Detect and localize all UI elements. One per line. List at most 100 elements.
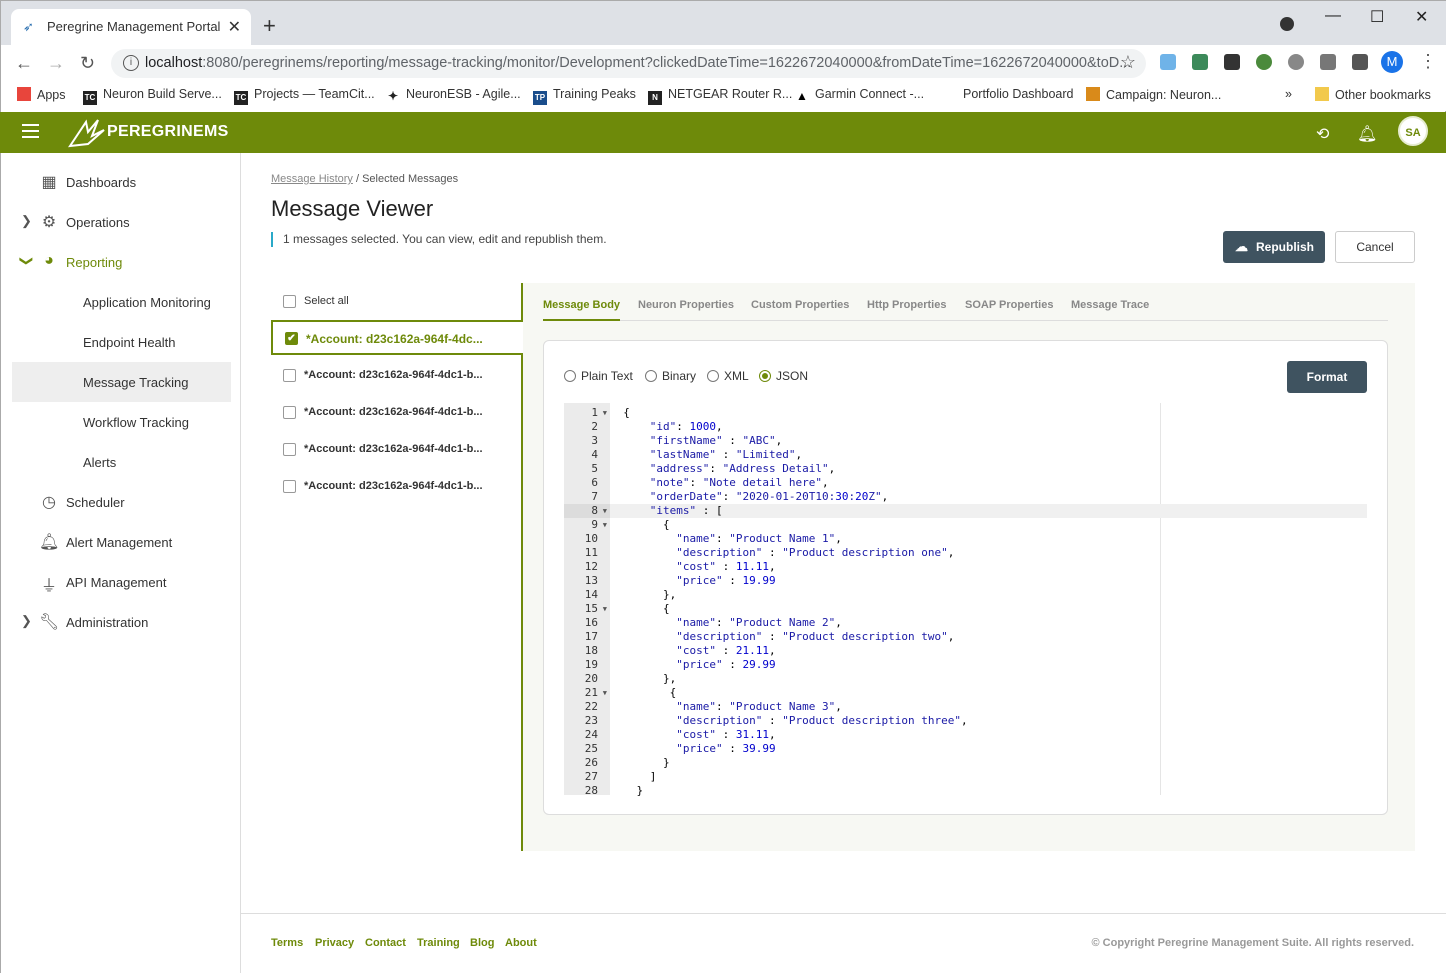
fold-toggle-icon[interactable]: ▼ xyxy=(603,406,607,420)
message-checkbox[interactable] xyxy=(283,443,296,456)
user-avatar[interactable]: SA xyxy=(1398,116,1428,146)
tab-neuron-properties[interactable]: Neuron Properties xyxy=(638,299,734,311)
x-extension-icon[interactable] xyxy=(1224,54,1240,70)
footer-link-about[interactable]: About xyxy=(505,937,537,949)
fold-toggle-icon[interactable]: ▼ xyxy=(603,504,607,518)
forward-icon[interactable]: → xyxy=(47,53,65,74)
tab-soap-properties[interactable]: SOAP Properties xyxy=(965,299,1053,311)
line-number: 27 xyxy=(584,770,598,783)
close-tab-icon[interactable]: ✕ xyxy=(228,17,241,37)
notifications-bell-icon[interactable]: 🔔︎ xyxy=(1357,124,1377,144)
circle-extension-icon[interactable] xyxy=(1288,54,1304,70)
footer-link-training[interactable]: Training xyxy=(417,937,460,949)
fold-toggle-icon[interactable]: ▼ xyxy=(603,518,607,532)
bookmark-item[interactable]: TC Projects — TeamCit... xyxy=(234,87,375,105)
bookmark-item[interactable]: Campaign: Neuron... xyxy=(1086,87,1221,102)
bookmark-item[interactable]: TC Neuron Build Serve... xyxy=(83,87,222,105)
code-text-area[interactable]: { "id": 1000, "firstName" : "ABC", "last… xyxy=(610,403,1367,797)
bookmark-item[interactable]: Apps xyxy=(17,87,66,102)
bookmark-item[interactable]: N NETGEAR Router R... xyxy=(648,87,792,105)
maximize-icon[interactable]: ☐ xyxy=(1370,7,1384,27)
fold-toggle-icon[interactable]: ▼ xyxy=(603,686,607,700)
radio-circle[interactable] xyxy=(707,370,719,382)
fold-toggle-icon[interactable]: ▼ xyxy=(603,602,607,616)
message-list-item[interactable]: ✔ *Account: d23c162a-964f-4dc... xyxy=(271,320,523,355)
footer-link-contact[interactable]: Contact xyxy=(365,937,406,949)
sidebar-item-application-monitoring[interactable]: Application Monitoring xyxy=(1,284,241,320)
bookmark-item[interactable]: TP Training Peaks xyxy=(533,87,636,105)
message-checkbox[interactable]: ✔ xyxy=(285,332,298,345)
bookmarks-overflow[interactable]: » xyxy=(1285,87,1292,101)
footer-link-privacy[interactable]: Privacy xyxy=(315,937,354,949)
puzzle-extensions-icon[interactable] xyxy=(1352,54,1368,70)
image-extension-icon[interactable] xyxy=(1192,54,1208,70)
history-icon[interactable]: ⟲ xyxy=(1316,124,1329,144)
message-list-item[interactable]: *Account: d23c162a-964f-4dc1-b... xyxy=(271,357,523,394)
breadcrumb-link-message-history[interactable]: Message History xyxy=(271,173,353,185)
tab-custom-properties[interactable]: Custom Properties xyxy=(751,299,849,311)
browser-tab[interactable]: ➶ Peregrine Management Portal ✕ xyxy=(11,9,251,45)
message-list-item[interactable]: *Account: d23c162a-964f-4dc1-b... xyxy=(271,394,523,431)
code-editor[interactable]: 1 ▼ 2 3 4 5 6 7 8 ▼ 9 ▼ 10 11 12 13 14 15 ▼ 16 17 18 19 20 21 ▼ 22… xyxy=(564,403,1367,797)
sidebar-item-message-tracking[interactable]: Message Tracking xyxy=(12,362,231,402)
message-list-item[interactable]: *Account: d23c162a-964f-4dc1-b... xyxy=(271,431,523,468)
message-checkbox[interactable] xyxy=(283,480,296,493)
hamburger-menu-icon[interactable] xyxy=(22,124,39,138)
format-radio-json[interactable]: JSON xyxy=(759,369,808,383)
sidebar-item-operations[interactable]: ❯ ⚙ Operations xyxy=(1,204,241,240)
republish-button[interactable]: ☁ Republish xyxy=(1223,231,1325,263)
tab-message-body[interactable]: Message Body xyxy=(543,299,621,321)
bookmarks-bar: Apps TC Neuron Build Serve... TC Projects … xyxy=(1,81,1446,111)
sidebar-item-administration[interactable]: ❯ 🔧︎ Administration xyxy=(1,604,241,640)
select-all-row[interactable]: Select all xyxy=(271,283,523,320)
sidebar-item-endpoint-health[interactable]: Endpoint Health xyxy=(1,324,241,360)
format-radio-plain-text[interactable]: Plain Text xyxy=(564,369,633,383)
minimize-icon[interactable]: — xyxy=(1325,7,1341,25)
sidebar-item-workflow-tracking[interactable]: Workflow Tracking xyxy=(1,404,241,440)
sidebar-item-reporting[interactable]: ❯ ◕ Reporting xyxy=(1,244,241,280)
radio-circle[interactable] xyxy=(645,370,657,382)
format-radio-xml[interactable]: XML xyxy=(707,369,749,383)
select-all-checkbox[interactable] xyxy=(283,295,296,308)
bookmark-item[interactable]: Portfolio Dashboard xyxy=(963,87,1073,101)
format-button[interactable]: Format xyxy=(1287,361,1367,393)
radio-circle-selected[interactable] xyxy=(759,370,771,382)
bookmark-item[interactable]: ▲ Garmin Connect -... xyxy=(795,87,924,103)
format-radio-binary[interactable]: Binary xyxy=(645,369,696,383)
grammarly-extension-icon[interactable] xyxy=(1256,54,1272,70)
sidebar-item-scheduler[interactable]: ◷ Scheduler xyxy=(1,484,241,520)
code-line: "items" : [ xyxy=(610,504,1367,518)
profile-avatar[interactable]: M xyxy=(1381,51,1403,73)
footer-link-terms[interactable]: Terms xyxy=(271,937,303,949)
onedrive-extension-icon[interactable] xyxy=(1160,54,1176,70)
bookmark-item[interactable]: ✦ NeuronESB - Agile... xyxy=(386,87,521,103)
other-bookmarks[interactable]: Other bookmarks xyxy=(1315,87,1431,102)
sidebar-item-dashboards[interactable]: ▦ Dashboards xyxy=(1,164,241,200)
radio-circle[interactable] xyxy=(564,370,576,382)
tab-http-properties[interactable]: Http Properties xyxy=(867,299,946,311)
bookmark-star-icon[interactable]: ☆ xyxy=(1120,52,1136,73)
message-body-card: Plain Text Binary XML JSON Format 1 ▼ 2 3 4 5… xyxy=(543,340,1388,815)
window-close-icon[interactable]: ✕ xyxy=(1415,7,1428,27)
chevron-down-icon[interactable]: ❯ xyxy=(18,256,34,267)
info-icon[interactable]: i xyxy=(123,55,139,71)
t-extension-icon[interactable] xyxy=(1320,54,1336,70)
tab-message-trace[interactable]: Message Trace xyxy=(1071,299,1149,311)
message-list-item[interactable]: *Account: d23c162a-964f-4dc1-b... xyxy=(271,468,523,505)
footer-link-blog[interactable]: Blog xyxy=(470,937,494,949)
message-checkbox[interactable] xyxy=(283,406,296,419)
sidebar-item-alerts[interactable]: Alerts xyxy=(1,444,241,480)
address-bar[interactable]: i localhost:8080/peregrinems/reporting/m… xyxy=(111,49,1146,78)
reload-icon[interactable]: ↻ xyxy=(80,53,95,74)
sidebar-item-api-management[interactable]: ⏚ API Management xyxy=(1,564,241,600)
message-checkbox[interactable] xyxy=(283,369,296,382)
cancel-button[interactable]: Cancel xyxy=(1335,231,1415,263)
line-number: 24 xyxy=(584,728,598,741)
sidebar-item-alert-management[interactable]: 🔔︎ Alert Management xyxy=(1,524,241,560)
new-tab-icon[interactable]: + xyxy=(263,13,276,39)
sidebar: ▦ Dashboards ❯ ⚙ Operations ❯ ◕ Reportin… xyxy=(0,153,241,973)
back-icon[interactable]: ← xyxy=(15,53,33,74)
chevron-right-icon[interactable]: ❯ xyxy=(21,213,32,229)
chevron-right-icon[interactable]: ❯ xyxy=(21,613,32,629)
menu-kebab-icon[interactable]: ⋮ xyxy=(1419,51,1437,72)
